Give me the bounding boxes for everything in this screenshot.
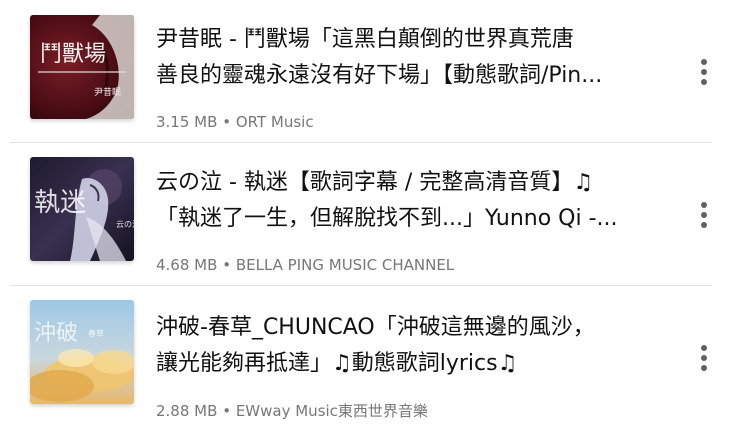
search-results-list: 鬥獸場 尹昔眠 尹昔眠 - 鬥獸場「這黑白顛倒的世界真荒唐 善良的靈魂永遠沒有好… [0,0,740,420]
result-item[interactable]: 鬥獸場 尹昔眠 尹昔眠 - 鬥獸場「這黑白顛倒的世界真荒唐 善良的靈魂永遠沒有好… [0,0,740,142]
channel-name: BELLA PING MUSIC CHANNEL [235,256,455,274]
video-meta: 4.68 MB • BELLA PING MUSIC CHANNEL [156,256,454,274]
meta-separator: • [222,402,232,420]
result-item[interactable]: 沖破 春草 沖破-春草_CHUNCAO「沖破這無邊的風沙， 讓光能夠再抵達」♫動… [0,286,740,428]
thumbnail-artist-text: 尹昔眠 [94,87,121,98]
thumbnail-title-text: 沖破 [34,321,78,346]
thumbnail-title-text: 執迷 [34,188,86,218]
channel-name: ORT Music [235,113,314,131]
meta-separator: • [222,113,232,131]
result-item[interactable]: 執迷 云の泣 云の泣 - 執迷【歌詞字幕 / 完整高清音質】♫ 「執迷了一生，但… [0,143,740,285]
video-title[interactable]: 沖破-春草_CHUNCAO「沖破這無邊的風沙， 讓光能夠再抵達」♫動態歌詞lyr… [156,310,676,382]
video-thumbnail[interactable]: 鬥獸場 尹昔眠 [30,15,134,119]
file-size: 3.15 MB [156,113,218,131]
thumbnail-artist-text: 云の泣 [116,219,134,229]
meta-separator: • [222,256,232,274]
file-size: 2.88 MB [156,402,218,420]
video-thumbnail[interactable]: 沖破 春草 [30,300,134,404]
video-title-line-2: 讓光能夠再抵達」♫動態歌詞lyrics♫ [156,351,518,376]
thumbnail-artist-text: 春草 [88,328,104,338]
video-title-line-1: 云の泣 - 執迷【歌詞字幕 / 完整高清音質】♫ [156,170,594,195]
video-title-line-2: 「執迷了一生，但解脫找不到...」Yunno Qi -... [156,206,618,231]
more-vert-icon[interactable] [690,52,718,92]
video-meta: 2.88 MB • EWway Music東西世界音樂 [156,400,428,421]
video-thumbnail[interactable]: 執迷 云の泣 [30,157,134,261]
video-title[interactable]: 云の泣 - 執迷【歌詞字幕 / 完整高清音質】♫ 「執迷了一生，但解脫找不到..… [156,165,676,237]
video-title[interactable]: 尹昔眠 - 鬥獸場「這黑白顛倒的世界真荒唐 善良的靈魂永遠沒有好下場」【動態歌詞… [156,22,676,94]
file-size: 4.68 MB [156,256,218,274]
more-vert-icon[interactable] [690,195,718,235]
video-title-line-1: 尹昔眠 - 鬥獸場「這黑白顛倒的世界真荒唐 [156,27,574,52]
video-meta: 3.15 MB • ORT Music [156,113,314,131]
thumbnail-title-text: 鬥獸場 [40,42,106,67]
video-title-line-2: 善良的靈魂永遠沒有好下場」【動態歌詞/Pin... [156,63,603,88]
more-vert-icon[interactable] [690,338,718,378]
video-title-line-1: 沖破-春草_CHUNCAO「沖破這無邊的風沙， [156,315,595,340]
channel-name: EWway Music東西世界音樂 [235,402,428,420]
